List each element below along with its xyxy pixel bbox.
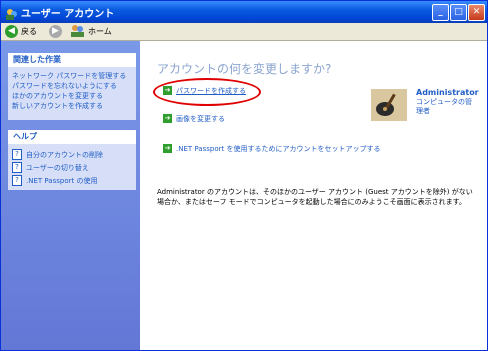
help-item-delete-account[interactable]: ? 自分のアカウントの削除 bbox=[8, 148, 136, 161]
maximize-button[interactable]: □ bbox=[450, 4, 467, 21]
task-pane: 関連した作業 ネットワーク パスワードを管理する パスワードを忘れないようにする… bbox=[1, 41, 140, 350]
task-change-other-account[interactable]: ほかのアカウントを変更する bbox=[8, 91, 136, 101]
help-topic-icon: ? bbox=[12, 149, 22, 160]
main-content: アカウントの何を変更しますか? ➔ パスワードを作成する ➔ 画像を変更する ➔… bbox=[140, 41, 487, 350]
task-create-new-account[interactable]: 新しいアカウントを作成する bbox=[8, 101, 136, 111]
help-item-net-passport[interactable]: ? .NET Passport の使用 bbox=[8, 174, 136, 187]
help-topic-icon: ? bbox=[12, 175, 22, 186]
title-bar[interactable]: ユーザー アカウント _ □ ✕ bbox=[1, 1, 487, 23]
net-passport-link[interactable]: .NET Passport を使用するためにアカウントをセットアップする bbox=[176, 144, 380, 154]
user-accounts-window: ユーザー アカウント _ □ ✕ ◀ 戻る ▶ ホーム 関連した作業 ネットワー… bbox=[0, 0, 488, 351]
help-item-label: .NET Passport の使用 bbox=[26, 176, 98, 185]
related-tasks-panel: 関連した作業 ネットワーク パスワードを管理する パスワードを忘れないようにする… bbox=[8, 53, 136, 120]
close-button[interactable]: ✕ bbox=[468, 4, 485, 21]
help-item-label: 自分のアカウントの削除 bbox=[26, 150, 103, 159]
administrator-note: Administrator のアカウントは、そのほかのユーザー アカウント (G… bbox=[157, 188, 473, 206]
user-picture-guitar bbox=[371, 89, 407, 121]
back-button[interactable]: ◀ 戻る bbox=[5, 24, 37, 39]
home-button[interactable]: ホーム bbox=[70, 24, 112, 39]
account-type: コンピュータの管理者 bbox=[416, 98, 472, 115]
green-arrow-icon: ➔ bbox=[163, 114, 172, 123]
task-remember-password[interactable]: パスワードを忘れないようにする bbox=[8, 81, 136, 91]
green-arrow-icon: ➔ bbox=[163, 144, 172, 153]
help-item-switch-user[interactable]: ? ユーザーの切り替え bbox=[8, 161, 136, 174]
help-title: ヘルプ bbox=[8, 130, 136, 144]
account-name: Administrator bbox=[416, 88, 479, 97]
back-arrow-icon: ◀ bbox=[5, 25, 18, 38]
create-password-link[interactable]: パスワードを作成する bbox=[176, 86, 246, 96]
help-panel: ヘルプ ? 自分のアカウントの削除 ? ユーザーの切り替え ? .NET Pas… bbox=[8, 130, 136, 190]
task-manage-network-passwords[interactable]: ネットワーク パスワードを管理する bbox=[8, 71, 136, 81]
user-accounts-app-icon bbox=[5, 5, 18, 20]
related-tasks-title: 関連した作業 bbox=[8, 53, 136, 67]
forward-button[interactable]: ▶ bbox=[49, 24, 62, 39]
home-users-icon bbox=[70, 24, 85, 39]
help-topic-icon: ? bbox=[12, 162, 22, 173]
help-item-label: ユーザーの切り替え bbox=[26, 163, 89, 172]
toolbar: ◀ 戻る ▶ ホーム bbox=[1, 23, 487, 41]
change-picture-link[interactable]: 画像を変更する bbox=[176, 114, 225, 124]
back-label: 戻る bbox=[21, 27, 37, 36]
green-arrow-icon: ➔ bbox=[163, 86, 172, 95]
home-label: ホーム bbox=[88, 27, 112, 36]
minimize-button[interactable]: _ bbox=[432, 4, 449, 21]
page-title: アカウントの何を変更しますか? bbox=[157, 62, 332, 76]
forward-arrow-icon: ▶ bbox=[49, 25, 62, 38]
window-title: ユーザー アカウント bbox=[21, 9, 115, 20]
